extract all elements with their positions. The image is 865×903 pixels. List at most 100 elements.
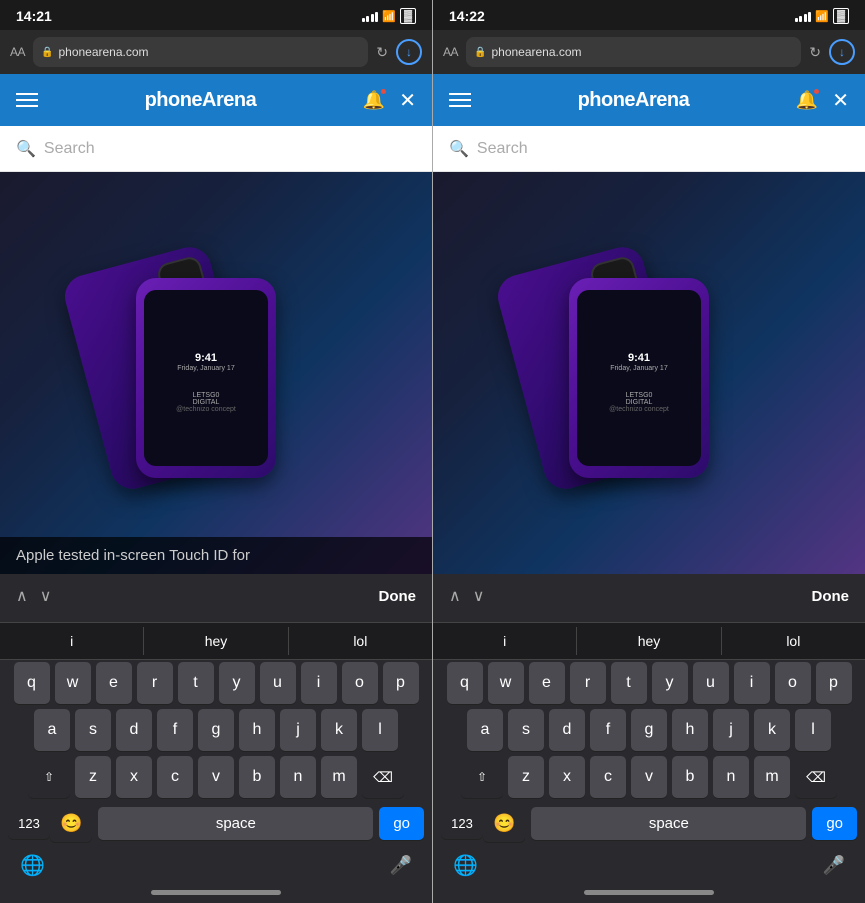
key-s-right[interactable]: s bbox=[508, 709, 544, 751]
key-a-left[interactable]: a bbox=[34, 709, 70, 751]
key-emoji-left[interactable]: 😊 bbox=[50, 805, 92, 842]
key-h-right[interactable]: h bbox=[672, 709, 708, 751]
key-l-left[interactable]: l bbox=[362, 709, 398, 751]
url-bar-left[interactable]: 🔒 phonearena.com bbox=[33, 37, 368, 67]
key-e-left[interactable]: e bbox=[96, 662, 132, 704]
key-v-right[interactable]: v bbox=[631, 756, 667, 798]
suggestion-i-left[interactable]: i bbox=[0, 627, 144, 655]
search-bar-left[interactable]: 🔍 Search bbox=[0, 126, 432, 172]
key-c-left[interactable]: c bbox=[157, 756, 193, 798]
key-q-left[interactable]: q bbox=[14, 662, 50, 704]
space-key-left[interactable]: space bbox=[98, 807, 373, 840]
download-btn-right[interactable]: ↓ bbox=[829, 39, 855, 65]
key-d-left[interactable]: d bbox=[116, 709, 152, 751]
refresh-icon-right[interactable]: ↻ bbox=[809, 44, 821, 61]
key-z-left[interactable]: z bbox=[75, 756, 111, 798]
key-g-right[interactable]: g bbox=[631, 709, 667, 751]
key-y-left[interactable]: y bbox=[219, 662, 255, 704]
bell-container-left[interactable]: 🔔 bbox=[363, 90, 385, 111]
key-row-3-right: ⇧ z x c v b n m ⌫ bbox=[433, 756, 865, 798]
key-m-right[interactable]: m bbox=[754, 756, 790, 798]
space-key-right[interactable]: space bbox=[531, 807, 806, 840]
key-u-left[interactable]: u bbox=[260, 662, 296, 704]
shift-key-left[interactable]: ⇧ bbox=[28, 756, 70, 798]
shift-key-right[interactable]: ⇧ bbox=[461, 756, 503, 798]
key-k-left[interactable]: k bbox=[321, 709, 357, 751]
key-o-right[interactable]: o bbox=[775, 662, 811, 704]
wifi-icon-left: 📶 bbox=[382, 10, 396, 23]
suggestion-i-right[interactable]: i bbox=[433, 627, 577, 655]
hamburger-menu-right[interactable] bbox=[449, 93, 471, 107]
download-btn-left[interactable]: ↓ bbox=[396, 39, 422, 65]
key-o-left[interactable]: o bbox=[342, 662, 378, 704]
globe-key-right[interactable]: 🌐 bbox=[449, 849, 482, 882]
key-i-left[interactable]: i bbox=[301, 662, 337, 704]
key-z-right[interactable]: z bbox=[508, 756, 544, 798]
suggestion-lol-left[interactable]: lol bbox=[289, 627, 432, 655]
key-q-right[interactable]: q bbox=[447, 662, 483, 704]
browser-aa-right[interactable]: AA bbox=[443, 45, 458, 59]
url-text-left: phonearena.com bbox=[58, 45, 148, 59]
key-d-right[interactable]: d bbox=[549, 709, 585, 751]
key-h-left[interactable]: h bbox=[239, 709, 275, 751]
hamburger-menu-left[interactable] bbox=[16, 93, 38, 107]
nav-down-left[interactable]: ∨ bbox=[40, 586, 52, 606]
key-t-right[interactable]: t bbox=[611, 662, 647, 704]
key-123-right[interactable]: 123 bbox=[441, 808, 483, 839]
key-x-left[interactable]: x bbox=[116, 756, 152, 798]
nav-up-left[interactable]: ∧ bbox=[16, 586, 28, 606]
close-btn-left[interactable]: ✕ bbox=[399, 88, 416, 113]
url-bar-right[interactable]: 🔒 phonearena.com bbox=[466, 37, 801, 67]
key-i-right[interactable]: i bbox=[734, 662, 770, 704]
delete-key-left[interactable]: ⌫ bbox=[362, 756, 404, 798]
key-u-right[interactable]: u bbox=[693, 662, 729, 704]
key-m-left[interactable]: m bbox=[321, 756, 357, 798]
key-l-right[interactable]: l bbox=[795, 709, 831, 751]
key-s-left[interactable]: s bbox=[75, 709, 111, 751]
suggestion-hey-right[interactable]: hey bbox=[577, 627, 721, 655]
key-r-left[interactable]: r bbox=[137, 662, 173, 704]
mic-key-left[interactable]: 🎤 bbox=[386, 851, 416, 880]
status-icons-left: 📶 ▓ bbox=[362, 8, 416, 24]
bell-container-right[interactable]: 🔔 bbox=[796, 90, 818, 111]
key-f-right[interactable]: f bbox=[590, 709, 626, 751]
key-n-left[interactable]: n bbox=[280, 756, 316, 798]
key-w-right[interactable]: w bbox=[488, 662, 524, 704]
key-123-left[interactable]: 123 bbox=[8, 808, 50, 839]
key-g-left[interactable]: g bbox=[198, 709, 234, 751]
go-key-right[interactable]: go bbox=[812, 807, 857, 840]
key-j-right[interactable]: j bbox=[713, 709, 749, 751]
search-bar-right[interactable]: 🔍 Search bbox=[433, 126, 865, 172]
key-emoji-right[interactable]: 😊 bbox=[483, 805, 525, 842]
key-y-right[interactable]: y bbox=[652, 662, 688, 704]
key-n-right[interactable]: n bbox=[713, 756, 749, 798]
key-p-left[interactable]: p bbox=[383, 662, 419, 704]
key-j-left[interactable]: j bbox=[280, 709, 316, 751]
nav-down-right[interactable]: ∨ bbox=[473, 586, 485, 606]
key-b-left[interactable]: b bbox=[239, 756, 275, 798]
key-v-left[interactable]: v bbox=[198, 756, 234, 798]
key-c-right[interactable]: c bbox=[590, 756, 626, 798]
mic-key-right[interactable]: 🎤 bbox=[819, 851, 849, 880]
key-x-right[interactable]: x bbox=[549, 756, 585, 798]
key-r-right[interactable]: r bbox=[570, 662, 606, 704]
nav-up-right[interactable]: ∧ bbox=[449, 586, 461, 606]
key-f-left[interactable]: f bbox=[157, 709, 193, 751]
key-t-left[interactable]: t bbox=[178, 662, 214, 704]
key-a-right[interactable]: a bbox=[467, 709, 503, 751]
done-btn-right[interactable]: Done bbox=[812, 588, 850, 605]
done-btn-left[interactable]: Done bbox=[379, 588, 417, 605]
refresh-icon-left[interactable]: ↻ bbox=[376, 44, 388, 61]
key-w-left[interactable]: w bbox=[55, 662, 91, 704]
key-b-right[interactable]: b bbox=[672, 756, 708, 798]
close-btn-right[interactable]: ✕ bbox=[832, 88, 849, 113]
suggestion-lol-right[interactable]: lol bbox=[722, 627, 865, 655]
delete-key-right[interactable]: ⌫ bbox=[795, 756, 837, 798]
globe-key-left[interactable]: 🌐 bbox=[16, 849, 49, 882]
key-e-right[interactable]: e bbox=[529, 662, 565, 704]
browser-aa-left[interactable]: AA bbox=[10, 45, 25, 59]
key-k-right[interactable]: k bbox=[754, 709, 790, 751]
suggestion-hey-left[interactable]: hey bbox=[144, 627, 288, 655]
go-key-left[interactable]: go bbox=[379, 807, 424, 840]
key-p-right[interactable]: p bbox=[816, 662, 852, 704]
